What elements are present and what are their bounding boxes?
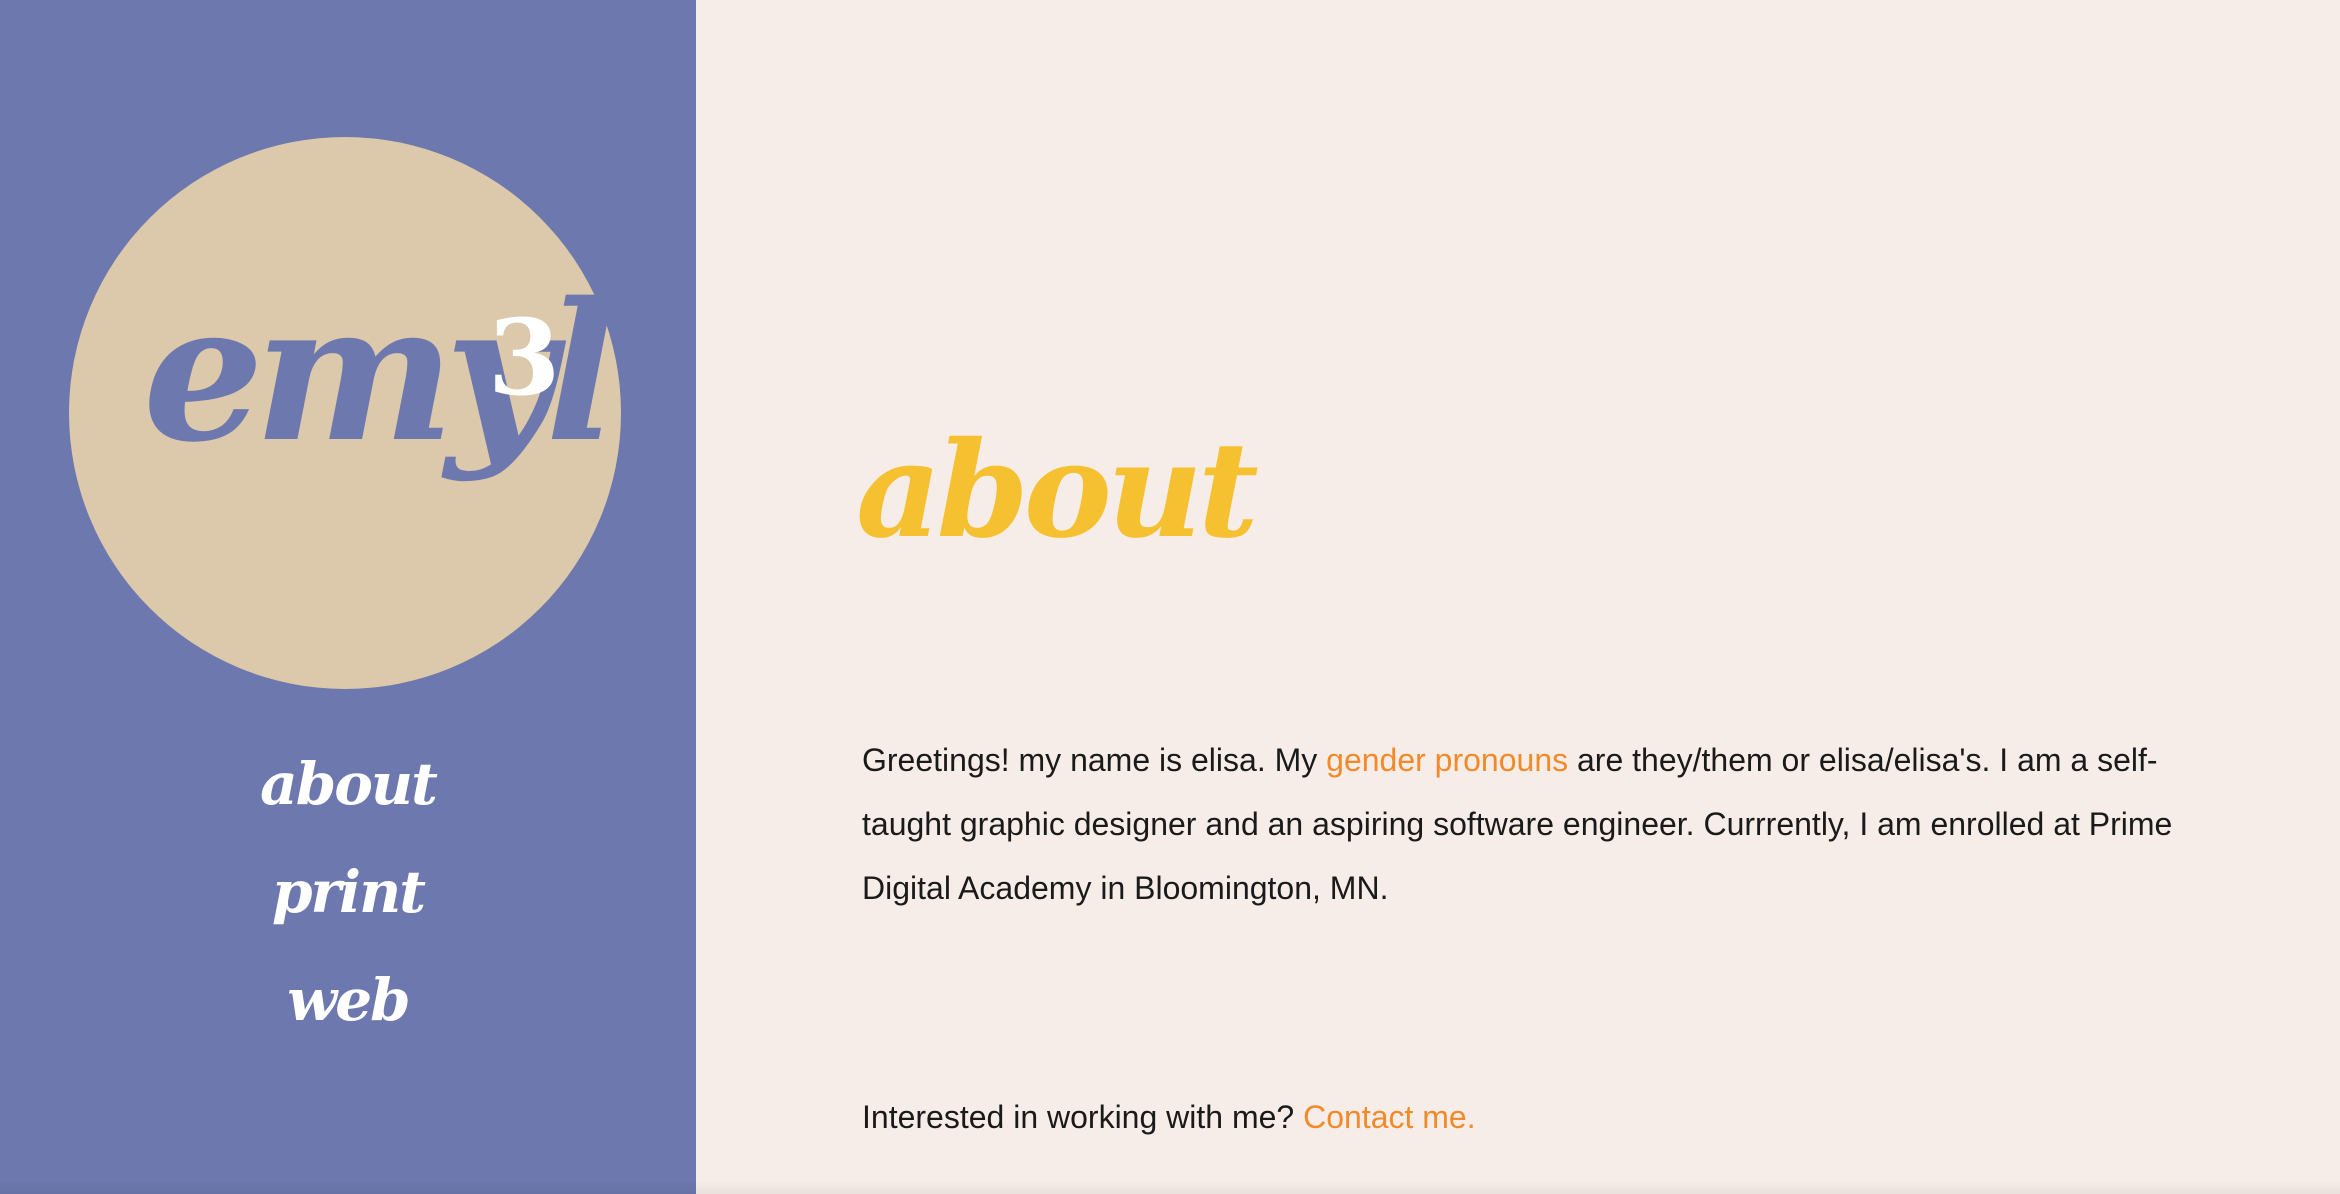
contact-text: Interested in working with me? bbox=[862, 1099, 1304, 1135]
nav-link-about[interactable]: about bbox=[0, 744, 696, 852]
sidebar-nav: about print web bbox=[0, 744, 696, 1068]
bottom-shadow bbox=[0, 1180, 2340, 1194]
gender-pronouns-link[interactable]: gender pronouns bbox=[1326, 742, 1568, 778]
logo-superscript: 3 bbox=[488, 296, 561, 419]
intro-text-start: Greetings! my name is elisa. My bbox=[862, 742, 1327, 778]
page-title: about bbox=[856, 413, 1259, 568]
contact-line: Interested in working with me? Contact m… bbox=[862, 1085, 1476, 1149]
sidebar: emyl 3 about print web bbox=[0, 0, 696, 1194]
contact-me-link[interactable]: Contact me. bbox=[1303, 1099, 1476, 1135]
nav-link-web[interactable]: web bbox=[0, 960, 696, 1068]
nav-link-print[interactable]: print bbox=[0, 852, 696, 960]
intro-paragraph: Greetings! my name is elisa. My gender p… bbox=[862, 728, 2192, 920]
